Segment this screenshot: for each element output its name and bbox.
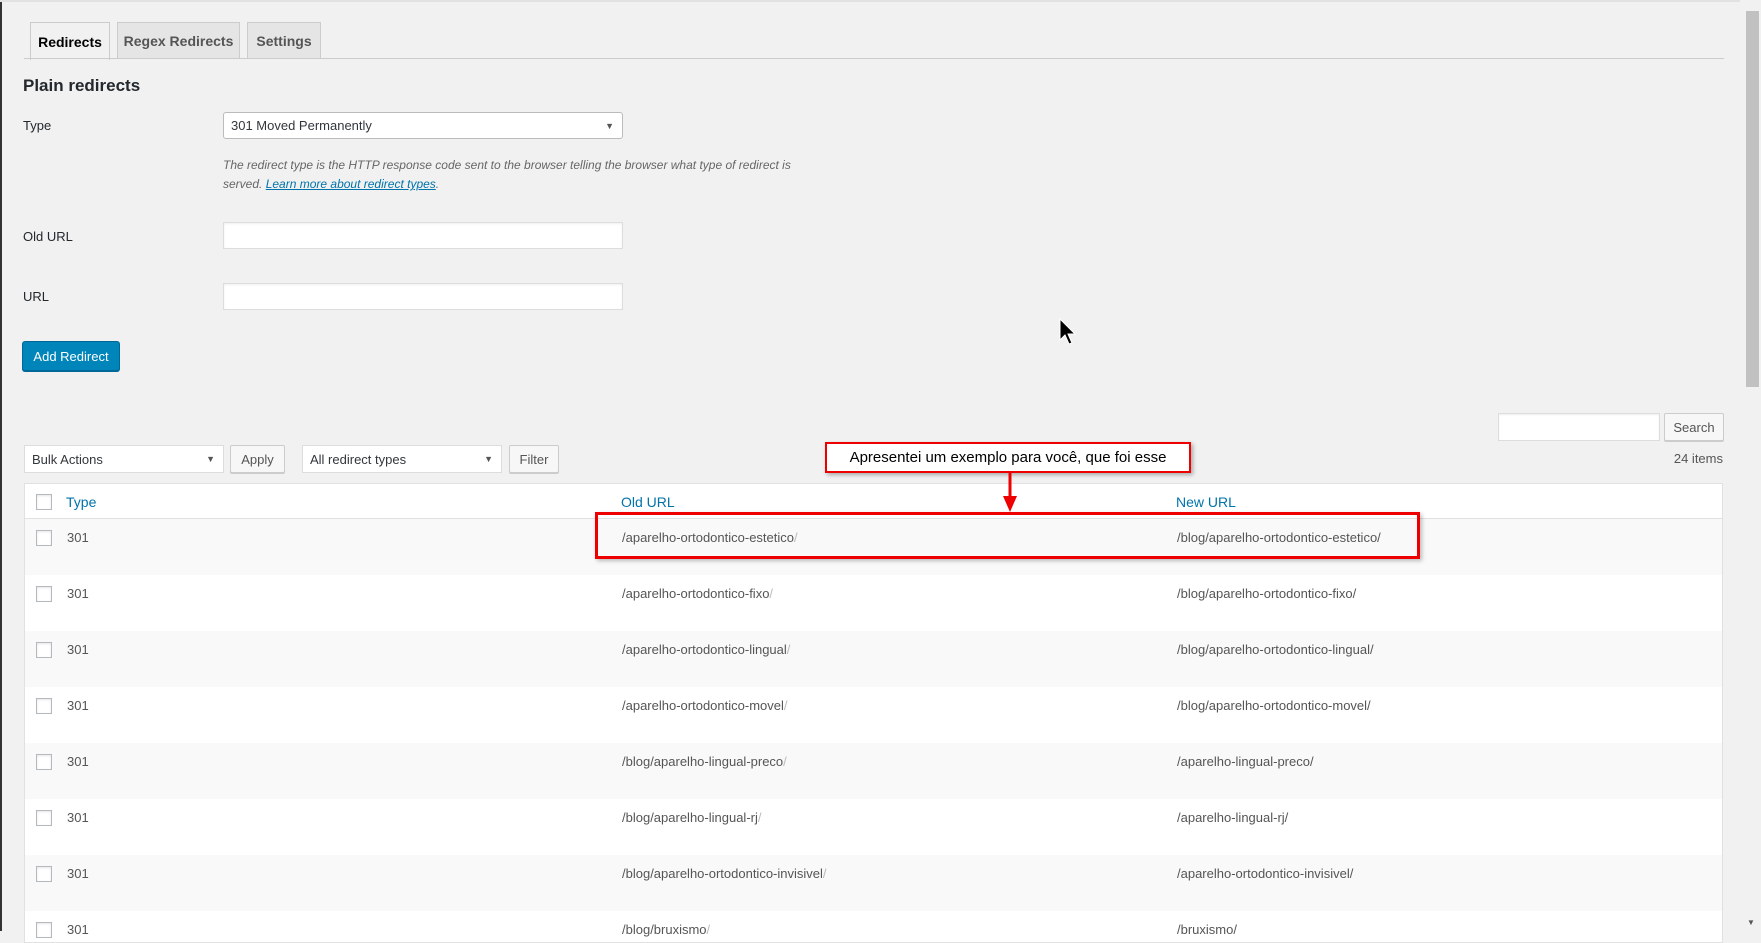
filter-button[interactable]: Filter: [509, 445, 559, 473]
search-button[interactable]: Search: [1664, 413, 1724, 441]
table-row: 301 /aparelho-ortodontico-movel/ /blog/a…: [25, 687, 1722, 743]
redirect-type-select[interactable]: 301 Moved Permanently ▼: [223, 112, 623, 139]
row-new-url: /aparelho-ortodontico-invisivel/: [1177, 866, 1354, 881]
column-old-url[interactable]: Old URL: [621, 494, 675, 510]
apply-button[interactable]: Apply: [230, 445, 285, 473]
row-checkbox[interactable]: [36, 866, 52, 882]
type-description: The redirect type is the HTTP response c…: [223, 158, 791, 191]
table-row: 301 /blog/aparelho-ortodontico-invisivel…: [25, 855, 1722, 911]
row-new-url: /blog/aparelho-ortodontico-lingual/: [1177, 642, 1374, 657]
url-input[interactable]: [223, 283, 623, 310]
row-checkbox[interactable]: [36, 922, 52, 938]
redirect-type-value: 301 Moved Permanently: [231, 118, 372, 133]
row-new-url: /blog/aparelho-ortodontico-movel/: [1177, 698, 1371, 713]
row-checkbox[interactable]: [36, 698, 52, 714]
row-type: 301: [67, 642, 89, 657]
row-new-url: /aparelho-lingual-preco/: [1177, 754, 1314, 769]
redirect-type-filter-select[interactable]: All redirect types ▼: [302, 445, 502, 473]
row-type: 301: [67, 866, 89, 881]
table-row: 301 /blog/aparelho-lingual-rj/ /aparelho…: [25, 799, 1722, 855]
row-checkbox[interactable]: [36, 530, 52, 546]
row-old-url[interactable]: /blog/bruxismo/: [622, 922, 710, 937]
row-new-url: /aparelho-lingual-rj/: [1177, 810, 1289, 825]
add-redirect-button[interactable]: Add Redirect: [22, 341, 120, 371]
scrollbar-thumb[interactable]: [1746, 11, 1759, 387]
select-all-checkbox[interactable]: [36, 494, 52, 510]
row-checkbox[interactable]: [36, 810, 52, 826]
row-type: 301: [67, 922, 89, 937]
row-type: 301: [67, 754, 89, 769]
tab-regex-redirects[interactable]: Regex Redirects: [117, 22, 240, 59]
table-row: 301 /blog/bruxismo/ /bruxismo/: [25, 911, 1722, 942]
page-title: Plain redirects: [23, 76, 141, 95]
row-new-url: /blog/aparelho-ortodontico-fixo/: [1177, 586, 1357, 601]
row-old-url[interactable]: /blog/aparelho-lingual-preco/: [622, 754, 787, 769]
annotation-callout: Apresentei um exemplo para você, que foi…: [825, 442, 1191, 473]
row-old-url[interactable]: /blog/aparelho-lingual-rj/: [622, 810, 761, 825]
top-divider: [0, 0, 1740, 2]
type-label: Type: [23, 118, 52, 133]
row-checkbox[interactable]: [36, 642, 52, 658]
search-input[interactable]: [1498, 413, 1660, 441]
learn-more-link[interactable]: Learn more about redirect types: [266, 177, 436, 191]
row-type: 301: [67, 530, 89, 545]
row-old-url[interactable]: /blog/aparelho-ortodontico-invisivel/: [622, 866, 827, 881]
table-row: 301 /blog/aparelho-lingual-preco/ /apare…: [25, 743, 1722, 799]
tab-settings[interactable]: Settings: [247, 22, 321, 59]
tab-redirects[interactable]: Redirects: [30, 22, 110, 60]
window-edge: [0, 0, 2, 931]
chevron-down-icon: ▼: [206, 454, 215, 464]
row-old-url[interactable]: /aparelho-ortodontico-fixo/: [622, 586, 773, 601]
tab-divider: [24, 58, 1724, 59]
chevron-down-icon: ▼: [484, 454, 493, 464]
row-type: 301: [67, 586, 89, 601]
items-count: 24 items: [1673, 451, 1723, 466]
url-label: URL: [23, 289, 50, 304]
column-type[interactable]: Type: [66, 494, 96, 510]
row-new-url: /bruxismo/: [1177, 922, 1237, 937]
old-url-input[interactable]: [223, 222, 623, 249]
row-type: 301: [67, 810, 89, 825]
annotation-highlight-box: [595, 512, 1420, 559]
mouse-cursor-icon: [1059, 318, 1077, 345]
table-row: 301 /aparelho-ortodontico-lingual/ /blog…: [25, 631, 1722, 687]
table-row: 301 /aparelho-ortodontico-fixo/ /blog/ap…: [25, 575, 1722, 631]
row-old-url[interactable]: /aparelho-ortodontico-movel/: [622, 698, 788, 713]
old-url-label: Old URL: [23, 229, 73, 244]
column-new-url[interactable]: New URL: [1176, 494, 1236, 510]
row-checkbox[interactable]: [36, 754, 52, 770]
row-checkbox[interactable]: [36, 586, 52, 602]
row-type: 301: [67, 698, 89, 713]
annotation-arrow-icon: [1003, 472, 1017, 512]
scroll-down-icon[interactable]: ▼: [1747, 918, 1755, 927]
bulk-actions-select[interactable]: Bulk Actions ▼: [24, 445, 224, 473]
row-old-url[interactable]: /aparelho-ortodontico-lingual/: [622, 642, 790, 657]
chevron-down-icon: ▼: [605, 120, 614, 131]
